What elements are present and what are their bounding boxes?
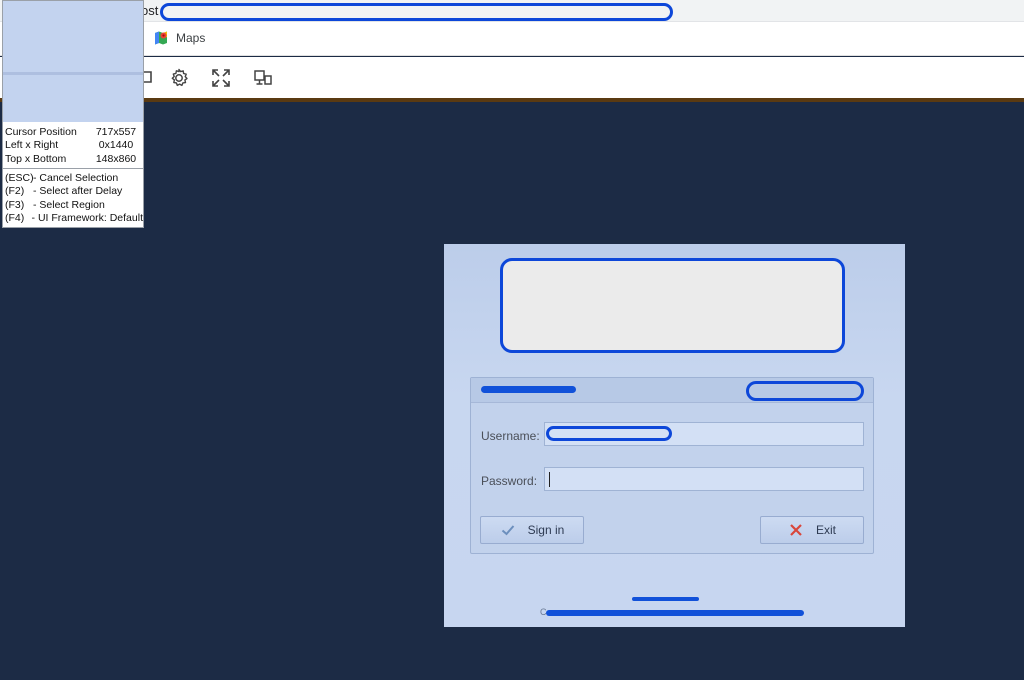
username-label: Username: [481,429,540,443]
sign-in-button[interactable]: Sign in [480,516,584,544]
overlay-divider [3,168,143,169]
devices-icon [254,70,272,85]
stat-top-bottom: Top x Bottom 148x860 [5,153,141,166]
fullscreen-button[interactable] [208,65,234,91]
stat-label: Left x Right [5,139,59,151]
stat-label: Top x Bottom [5,153,67,165]
stat-value: 148x860 [95,153,137,165]
redacted-header-title [481,386,576,393]
redacted-url [160,3,673,21]
shortcut-key: (F4) [5,212,25,224]
bookmark-maps[interactable]: Maps [153,30,205,46]
stat-left-right: Left x Right 0x1440 [5,139,141,152]
shortcut-esc: (ESC) - Cancel Selection [5,172,143,185]
redacted-footer-copyright [546,610,804,616]
text-caret [549,472,550,487]
sign-in-label: Sign in [527,523,565,537]
bookmark-maps-label: Maps [176,31,206,45]
password-label: Password: [481,474,538,488]
shortcut-f4: (F4) - UI Framework: Default [5,212,143,225]
exit-label: Exit [815,523,836,537]
stat-cursor-position: Cursor Position 717x557 [5,126,141,139]
settings-button[interactable] [166,65,192,91]
shortcut-key: (F3) [5,199,25,211]
redacted-logo [500,258,845,353]
address-bar[interactable]: ost [0,0,1024,22]
gear-icon [171,68,188,87]
login-window: Username: Password: Sign in Exit C [444,244,905,627]
redacted-header-right [746,381,864,401]
shortcut-desc: - Select after Delay [33,185,123,197]
shortcut-desc: - Cancel Selection [33,172,119,184]
toolbar-divider [0,98,1024,102]
checkmark-icon [501,525,514,536]
redacted-footer-version [632,597,699,601]
shortcut-f2: (F2) - Select after Delay [5,185,143,198]
shortcut-key: (ESC) [5,172,34,184]
shortcut-key: (F2) [5,185,25,197]
preview-line [3,72,143,75]
devices-button[interactable] [250,65,276,91]
login-group: Username: Password: Sign in Exit [470,377,874,554]
username-field[interactable] [544,422,864,446]
shortcut-desc: - Select Region [33,199,105,211]
fullscreen-icon [212,69,230,87]
exit-button[interactable]: Exit [760,516,864,544]
password-field[interactable] [544,467,864,491]
maps-icon [155,31,167,45]
shortcut-desc: - UI Framework: Default [31,212,143,224]
magnifier-preview [3,1,143,122]
stat-value: 717x557 [95,126,137,138]
redacted-username [546,426,672,441]
stat-label: Cursor Position [5,126,77,138]
stat-value: 0x1440 [98,139,134,151]
close-icon [790,524,802,536]
group-header [471,378,873,403]
capture-info-panel: Cursor Position 717x557 Left x Right 0x1… [2,0,144,228]
shortcut-f3: (F3) - Select Region [5,199,143,212]
bookmarks-bar: Maps [0,22,1024,56]
remote-toolbar [0,57,1024,98]
